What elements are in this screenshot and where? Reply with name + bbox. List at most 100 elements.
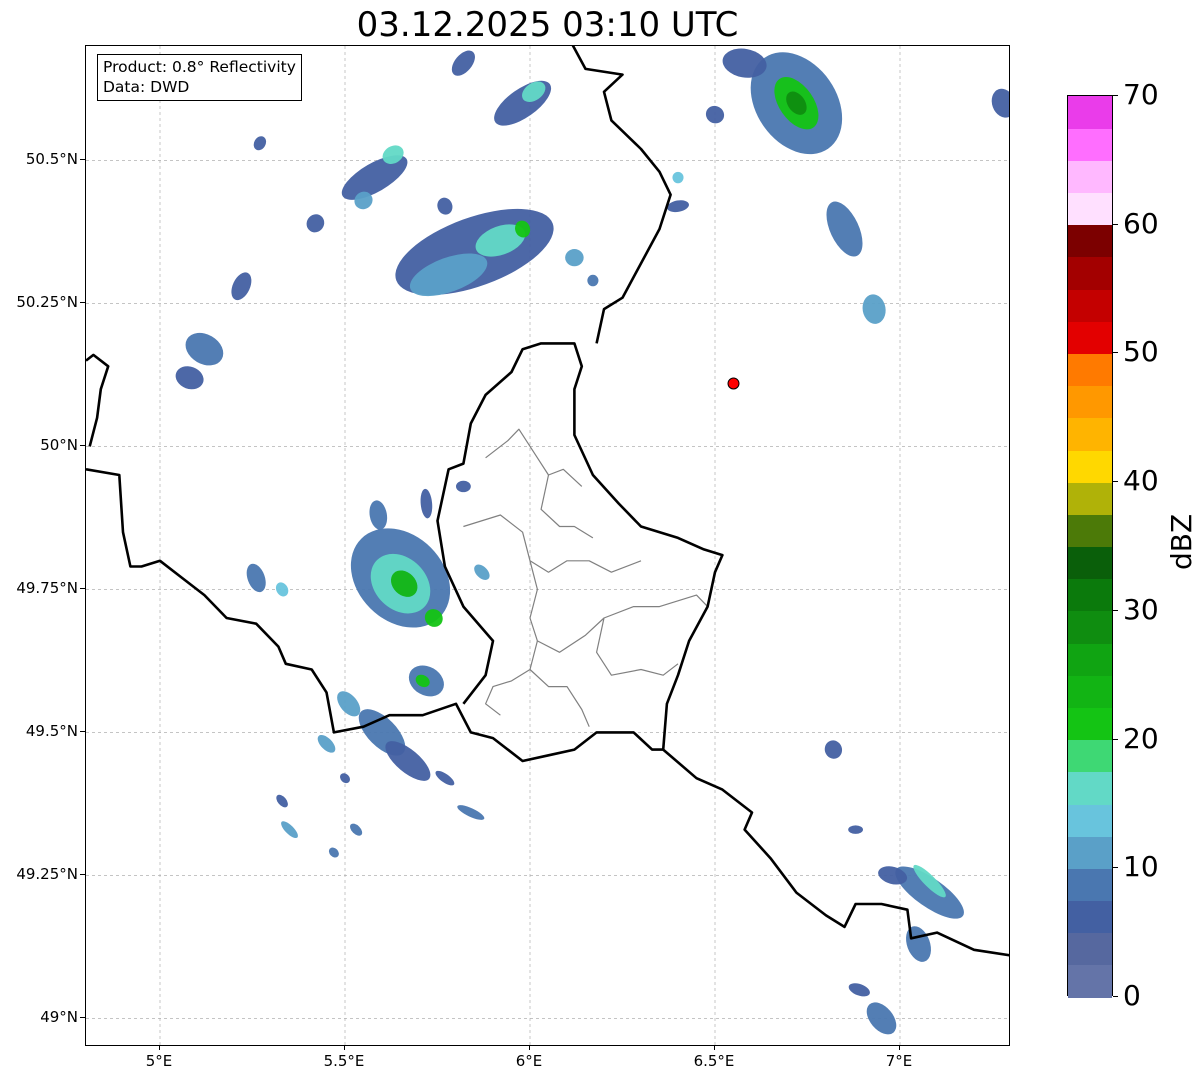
regional-borders (463, 428, 709, 727)
colorbar-segment (1068, 707, 1112, 741)
lat-tick (80, 445, 85, 447)
colorbar-segment (1068, 449, 1112, 483)
colorbar-segment (1068, 803, 1112, 837)
reflectivity-cell (895, 866, 964, 919)
reflectivity-cell (457, 805, 485, 820)
national-borders (86, 46, 1009, 957)
reflectivity-cell (253, 136, 267, 151)
reflectivity-cell (906, 926, 931, 962)
colorbar (1067, 95, 1113, 998)
colorbar-segment (1068, 417, 1112, 451)
colorbar-segment (1068, 385, 1112, 419)
reflectivity-cell (246, 563, 266, 593)
lat-tick-label: 49.25°N (16, 865, 78, 884)
colorbar-tick-label: 0 (1123, 979, 1141, 1012)
regional-border (596, 617, 679, 676)
regional-border (485, 640, 538, 716)
regional-border (540, 474, 594, 539)
reflectivity-cell (328, 847, 339, 858)
lat-tick-label: 50°N (40, 436, 78, 455)
colorbar-tick (1113, 352, 1118, 354)
reflectivity-cell (275, 582, 289, 597)
lon-tick-label: 5.5°E (323, 1052, 365, 1070)
lat-tick (80, 302, 85, 304)
reflectivity-cell (385, 741, 431, 781)
colorbar-tick-label: 40 (1123, 464, 1159, 498)
colorbar-segment (1068, 932, 1112, 966)
colorbar-tick (1113, 481, 1118, 483)
reflectivity-cell (276, 794, 288, 808)
lat-tick (80, 159, 85, 161)
colorbar-tick-label: 10 (1123, 850, 1159, 884)
colorbar-tick (1113, 95, 1118, 96)
colorbar-segment (1068, 321, 1112, 355)
radar-site-marker[interactable] (727, 377, 740, 390)
reflectivity-cell (306, 214, 325, 233)
lat-tick (80, 1017, 85, 1019)
lon-tick (899, 1046, 900, 1050)
regional-border (529, 560, 709, 653)
reflectivity-cell (435, 770, 455, 786)
radar-map[interactable] (85, 45, 1010, 1046)
colorbar-title: dBZ (1165, 513, 1198, 570)
colorbar-segment (1068, 643, 1112, 676)
reflectivity-cell (494, 80, 552, 126)
gridlines (86, 46, 1009, 1045)
lat-tick (80, 588, 85, 590)
reflectivity-layer (175, 48, 1009, 1035)
reflectivity-cell (437, 197, 453, 215)
info-box: Product: 0.8° Reflectivity Data: DWD (97, 54, 302, 101)
national-border (436, 342, 724, 750)
lon-tick-label: 7°E (885, 1052, 913, 1070)
colorbar-segment (1068, 836, 1112, 869)
colorbar-segment (1068, 964, 1112, 998)
colorbar-segment (1068, 128, 1112, 161)
data-source-label: Data: DWD (103, 78, 190, 96)
colorbar-segment (1068, 739, 1112, 773)
radar-site-layer (727, 377, 740, 390)
reflectivity-cell (231, 272, 252, 301)
lon-tick (529, 1046, 530, 1050)
colorbar-segment (1068, 900, 1112, 934)
colorbar-segment (1068, 289, 1112, 322)
reflectivity-cell (587, 274, 599, 287)
national-border (571, 46, 672, 344)
product-label: Product: 0.8° Reflectivity (103, 58, 296, 76)
reflectivity-cell (350, 823, 363, 836)
colorbar-segment (1068, 610, 1112, 644)
lon-tick (344, 1046, 345, 1050)
colorbar-tick-label: 30 (1123, 592, 1159, 626)
reflectivity-cell (824, 740, 843, 759)
reflectivity-cell (456, 480, 471, 493)
reflectivity-cell (395, 208, 554, 295)
national-border (86, 468, 1009, 957)
lat-tick (80, 731, 85, 733)
lat-tick (80, 874, 85, 876)
colorbar-tick-label: 20 (1123, 721, 1159, 755)
map-title: 03.12.2025 03:10 UTC (356, 5, 739, 45)
colorbar-segment (1068, 771, 1112, 805)
reflectivity-cell (848, 825, 863, 834)
colorbar-segment (1068, 96, 1112, 129)
regional-border (485, 428, 583, 487)
lat-tick-label: 49°N (40, 1008, 78, 1027)
lat-tick-label: 50.5°N (25, 150, 78, 169)
lon-tick (714, 1046, 715, 1050)
reflectivity-cell (451, 50, 475, 76)
colorbar-tick (1113, 223, 1118, 225)
reflectivity-cell (369, 500, 388, 530)
lat-tick-label: 49.5°N (25, 722, 78, 741)
reflectivity-cell (705, 105, 725, 124)
colorbar-tick (1113, 609, 1118, 611)
lon-tick-label: 5°E (145, 1052, 173, 1070)
reflectivity-cell (420, 488, 433, 519)
colorbar-segment (1068, 868, 1112, 902)
colorbar-segment (1068, 514, 1112, 548)
regional-border (463, 514, 642, 573)
regional-border (529, 669, 590, 727)
radar-map-canvas (86, 46, 1009, 1045)
colorbar-tick (1113, 867, 1118, 869)
lon-tick (159, 1046, 160, 1050)
colorbar-segment (1068, 675, 1112, 708)
colorbar-segment (1068, 256, 1112, 290)
